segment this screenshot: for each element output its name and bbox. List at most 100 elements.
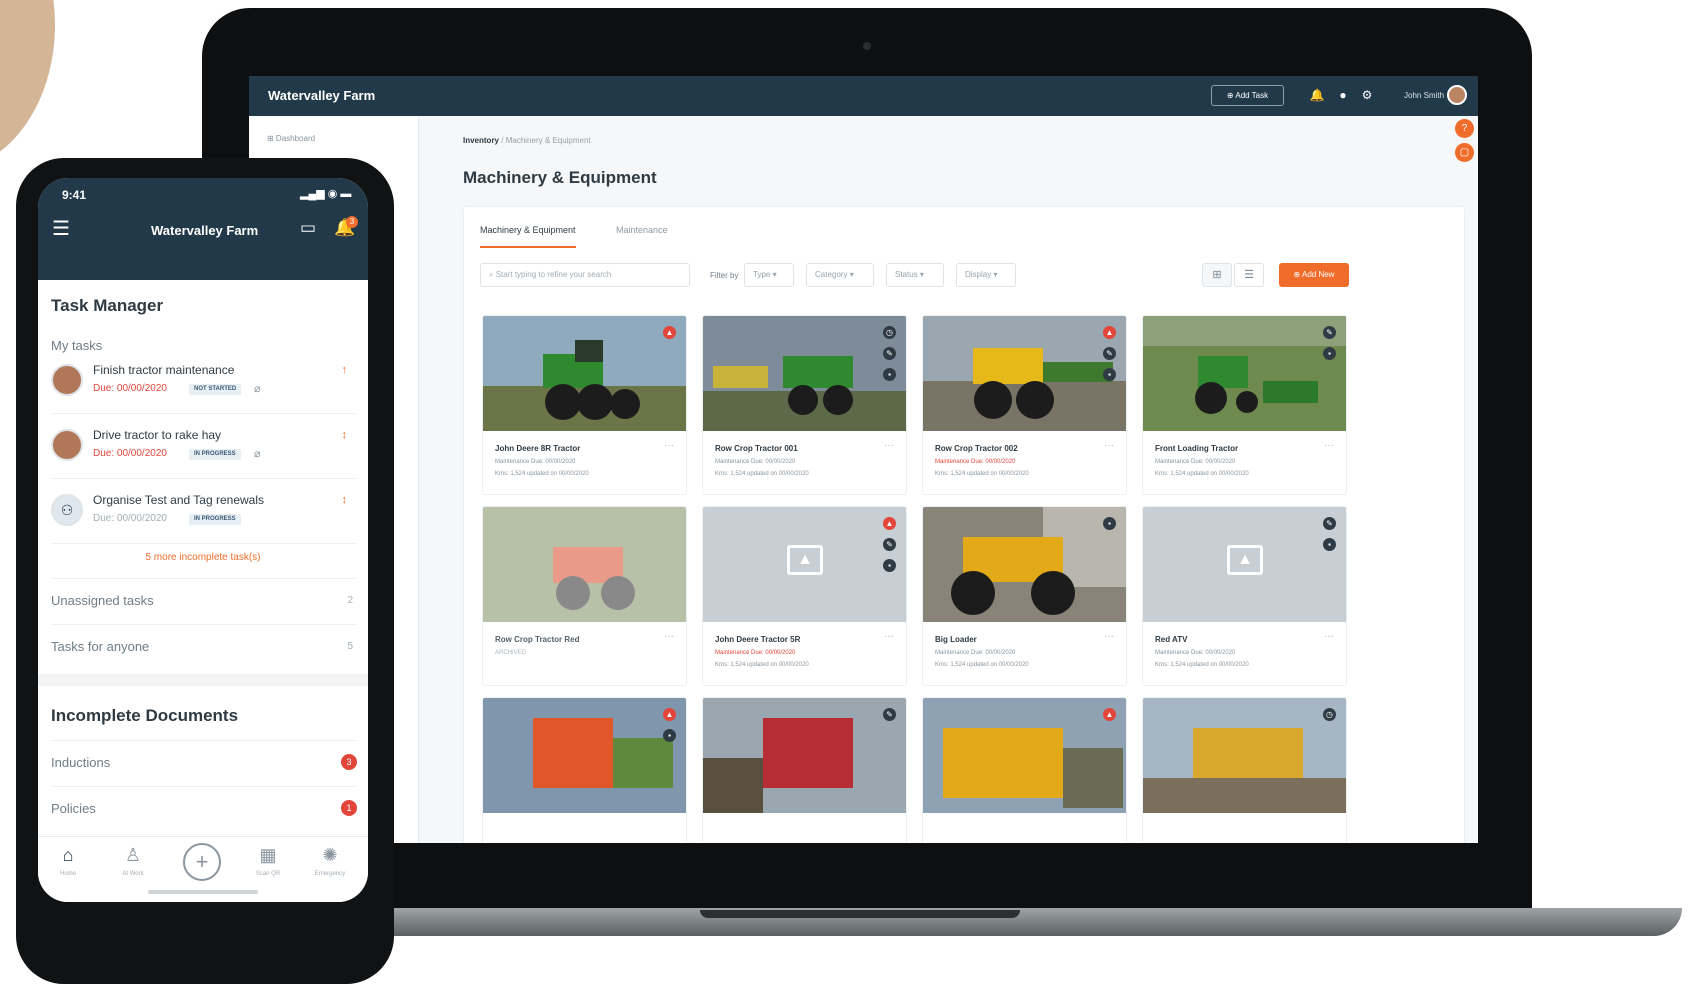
filter-display-value: Display [965, 270, 992, 279]
tab-home[interactable]: ⌂ Home [38, 845, 98, 877]
status-badge: NOT STARTED [189, 384, 242, 395]
more-options-icon[interactable]: ··· [884, 631, 894, 642]
page-title: Machinery & Equipment [463, 168, 657, 187]
equipment-card[interactable]: ▲ ▪ [482, 697, 687, 843]
more-options-icon[interactable]: ··· [664, 631, 674, 642]
breadcrumb-root[interactable]: Inventory [463, 136, 499, 145]
tab-emergency[interactable]: ✺ Emergency [300, 845, 360, 877]
task-due: Due: 00/00/2020 [93, 448, 167, 459]
alert-icon: ▲ [663, 326, 676, 339]
unassigned-tasks-row[interactable]: Unassigned tasks 2 [51, 578, 357, 622]
equipment-card[interactable]: ▲ ✎ ▪ Red ATV ··· Maintenance Due: 00/00… [1142, 506, 1347, 686]
settings-gear-icon[interactable]: ⚙ [1359, 87, 1375, 103]
equipment-card[interactable]: Row Crop Tractor Red ··· ARCHIVED [482, 506, 687, 686]
image-placeholder-icon: ▲ [787, 545, 823, 575]
help-icon[interactable]: ● [1335, 87, 1351, 103]
chat-float-button[interactable]: ▢ [1455, 143, 1474, 162]
tractor-photo [1143, 316, 1346, 431]
laptop-camera [863, 42, 871, 50]
sidebar-item-dashboard[interactable]: ⊞ Dashboard [267, 134, 315, 143]
fuel-icon: ▪ [1323, 347, 1336, 360]
fuel-icon: ▪ [883, 368, 896, 381]
search-input[interactable]: ⌕ Start typing to refine your search [480, 263, 690, 287]
notification-bell-icon[interactable]: 🔔 [1309, 87, 1325, 103]
tab-scan-qr-label: Scan QR [255, 871, 281, 877]
status-icons: ▂▄▆ ◉ ▬ [300, 188, 352, 200]
list-view-icon[interactable]: ☰ [1234, 263, 1264, 287]
grid-view-icon[interactable]: ⊞ [1202, 263, 1232, 287]
equipment-card[interactable]: ◷ ✎ ▪ Row Crop Tractor 001 ··· Maintenan… [702, 315, 907, 495]
equipment-card[interactable]: ▲ ▲ ✎ ▪ John Deere Tractor 5R ··· Mainte… [702, 506, 907, 686]
task-item[interactable]: Finish tractor maintenance Due: 00/00/20… [51, 356, 357, 414]
more-options-icon[interactable]: ··· [1324, 440, 1334, 451]
status-badge: IN PROGRESS [189, 514, 241, 525]
image-placeholder: ▲ [1143, 507, 1346, 622]
tab-scan-qr[interactable]: ▦ Scan QR [238, 845, 298, 877]
unassigned-count: 2 [347, 595, 353, 606]
group-icon: ⚇ [51, 494, 83, 526]
task-manager-title: Task Manager [51, 296, 164, 315]
card-maintenance-due: Maintenance Due: 00/00/2020 [715, 650, 796, 656]
excavator-photo [1143, 698, 1346, 813]
policies-row[interactable]: Policies 1 [51, 786, 357, 830]
tab-home-label: Home [59, 871, 76, 877]
filter-category-value: Category [815, 270, 848, 279]
alert-icon: ▲ [663, 708, 676, 721]
tractor-photo [703, 698, 906, 813]
inventory-panel: Machinery & Equipment Maintenance ⌕ Star… [463, 206, 1465, 843]
wrench-icon: ✎ [883, 347, 896, 360]
tasks-for-anyone-row[interactable]: Tasks for anyone 5 [51, 624, 357, 668]
user-name[interactable]: John Smith [1404, 91, 1444, 100]
task-item[interactable]: ⚇ Organise Test and Tag renewals Due: 00… [51, 486, 357, 544]
section-divider [38, 674, 368, 686]
card-maintenance-due: Maintenance Due: 00/00/2020 [715, 459, 796, 465]
equipment-card[interactable]: ▲ [922, 697, 1127, 843]
inductions-count-badge: 3 [341, 754, 357, 770]
card-title: Row Crop Tractor 001 [715, 444, 798, 453]
user-avatar[interactable] [1447, 85, 1467, 105]
filter-label: Filter by [710, 271, 739, 280]
help-float-button[interactable]: ? [1455, 119, 1474, 138]
incomplete-documents-title: Incomplete Documents [51, 706, 239, 725]
add-new-button[interactable]: ⊕ Add New [1279, 263, 1349, 287]
top-app-bar: Watervalley Farm ⊕ Add Task 🔔 ● ⚙ John S… [249, 76, 1478, 116]
more-options-icon[interactable]: ··· [884, 440, 894, 451]
more-options-icon[interactable]: ··· [1104, 440, 1114, 451]
hamburger-menu-icon[interactable]: ☰ [52, 218, 70, 240]
card-maintenance-due: Maintenance Due: 00/00/2020 [935, 459, 1016, 465]
card-archived: ARCHIVED [495, 650, 527, 656]
fuel-icon: ▪ [1323, 538, 1336, 551]
equipment-card[interactable]: ◷ [1142, 697, 1347, 843]
tractor-photo [923, 316, 1126, 431]
tab-maintenance[interactable]: Maintenance [616, 225, 668, 246]
tab-at-work[interactable]: ♙ At Work [103, 845, 163, 877]
inductions-row[interactable]: Inductions 3 [51, 740, 357, 784]
card-maintenance-due: Maintenance Due: 00/00/2020 [935, 650, 1016, 656]
marketing-scene: Watervalley Farm ⊕ Add Task 🔔 ● ⚙ John S… [0, 0, 1694, 984]
filter-type-dropdown[interactable]: Type ▾ [744, 263, 794, 287]
loader-photo [923, 507, 1126, 622]
equipment-card[interactable]: ✎ ▪ Front Loading Tractor ··· Maintenanc… [1142, 315, 1347, 495]
filter-status-dropdown[interactable]: Status ▾ [886, 263, 944, 287]
equipment-card[interactable]: ▪ Big Loader ··· Maintenance Due: 00/00/… [922, 506, 1127, 686]
unassigned-tasks-label: Unassigned tasks [51, 593, 154, 608]
tab-emergency-label: Emergency [314, 871, 346, 877]
chat-icon[interactable]: ▭ [300, 218, 316, 238]
more-options-icon[interactable]: ··· [664, 440, 674, 451]
task-item[interactable]: Drive tractor to rake hay Due: 00/00/202… [51, 421, 357, 479]
card-kms: Kms: 1,524 updated on 00/00/2020 [1155, 662, 1249, 668]
add-task-button[interactable]: ⊕ Add Task [1211, 85, 1284, 106]
filter-display-dropdown[interactable]: Display ▾ [956, 263, 1016, 287]
add-plus-button[interactable]: + [183, 843, 221, 881]
breadcrumb: Inventory / Machinery & Equipment [463, 136, 591, 145]
equipment-card[interactable]: ▲ ✎ ▪ Row Crop Tractor 002 ··· Maintenan… [922, 315, 1127, 495]
filter-category-dropdown[interactable]: Category ▾ [806, 263, 874, 287]
more-options-icon[interactable]: ··· [1324, 631, 1334, 642]
equipment-card[interactable]: ▲ John Deere 8R Tractor ··· Maintenance … [482, 315, 687, 495]
equipment-card[interactable]: ✎ [702, 697, 907, 843]
task-title: Drive tractor to rake hay [93, 428, 222, 442]
my-tasks-label: My tasks [51, 338, 103, 353]
more-options-icon[interactable]: ··· [1104, 631, 1114, 642]
more-incomplete-link[interactable]: 5 more incomplete task(s) [38, 552, 368, 563]
tab-machinery[interactable]: Machinery & Equipment [480, 225, 576, 248]
